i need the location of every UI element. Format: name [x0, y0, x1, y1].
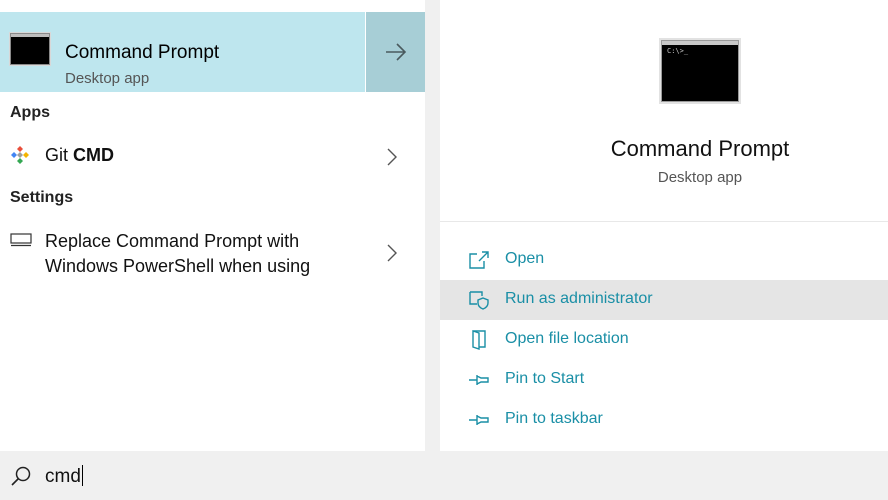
chevron-right-icon — [387, 148, 397, 166]
open-details-button[interactable] — [366, 12, 425, 92]
action-open-file-location[interactable]: Open file location — [440, 320, 888, 360]
command-prompt-large-icon: C:\>_ — [661, 40, 739, 102]
action-pin-to-taskbar[interactable]: Pin to taskbar — [440, 400, 888, 440]
best-match-item[interactable]: Command Prompt Desktop app — [0, 12, 365, 92]
app-result-label: Git CMD — [45, 145, 115, 165]
chevron-right-icon — [387, 244, 397, 262]
settings-section-header: Settings — [10, 189, 74, 206]
open-icon — [469, 251, 489, 269]
action-open-label: Open — [505, 250, 545, 267]
search-bar[interactable] — [0, 451, 888, 500]
action-run-as-administrator[interactable]: Run as administrator — [440, 280, 888, 320]
pin-icon — [469, 375, 489, 385]
display-settings-icon — [10, 233, 32, 247]
file-location-icon — [472, 330, 486, 350]
pin-icon — [469, 415, 489, 425]
arrow-right-icon — [385, 43, 406, 61]
settings-result-label: Replace Command Prompt with Windows Powe… — [45, 231, 311, 276]
action-open-file-location-label: Open file location — [505, 330, 629, 347]
shield-icon — [469, 291, 489, 310]
action-pin-to-start-label: Pin to Start — [505, 370, 585, 387]
action-pin-to-start[interactable]: Pin to Start — [440, 360, 888, 400]
best-match-subtitle: Desktop app — [65, 70, 150, 87]
action-open[interactable]: Open — [440, 240, 888, 280]
search-icon — [11, 466, 31, 486]
best-match-title: Command Prompt — [65, 42, 220, 63]
search-input[interactable]: cmd — [45, 465, 83, 488]
settings-result-powershell[interactable]: Replace Command Prompt with Windows Powe… — [0, 223, 425, 283]
action-run-as-administrator-label: Run as administrator — [505, 290, 653, 307]
detail-subtitle: Desktop app — [657, 169, 743, 186]
text-caret — [81, 465, 83, 486]
detail-divider — [440, 221, 888, 222]
detail-title: Command Prompt — [610, 136, 790, 161]
pane-divider — [425, 0, 440, 451]
command-prompt-icon — [10, 33, 50, 65]
action-pin-to-taskbar-label: Pin to taskbar — [505, 410, 603, 427]
git-icon — [11, 146, 29, 164]
app-result-git-cmd[interactable]: Git CMD — [0, 138, 425, 174]
apps-section-header: Apps — [10, 104, 50, 121]
